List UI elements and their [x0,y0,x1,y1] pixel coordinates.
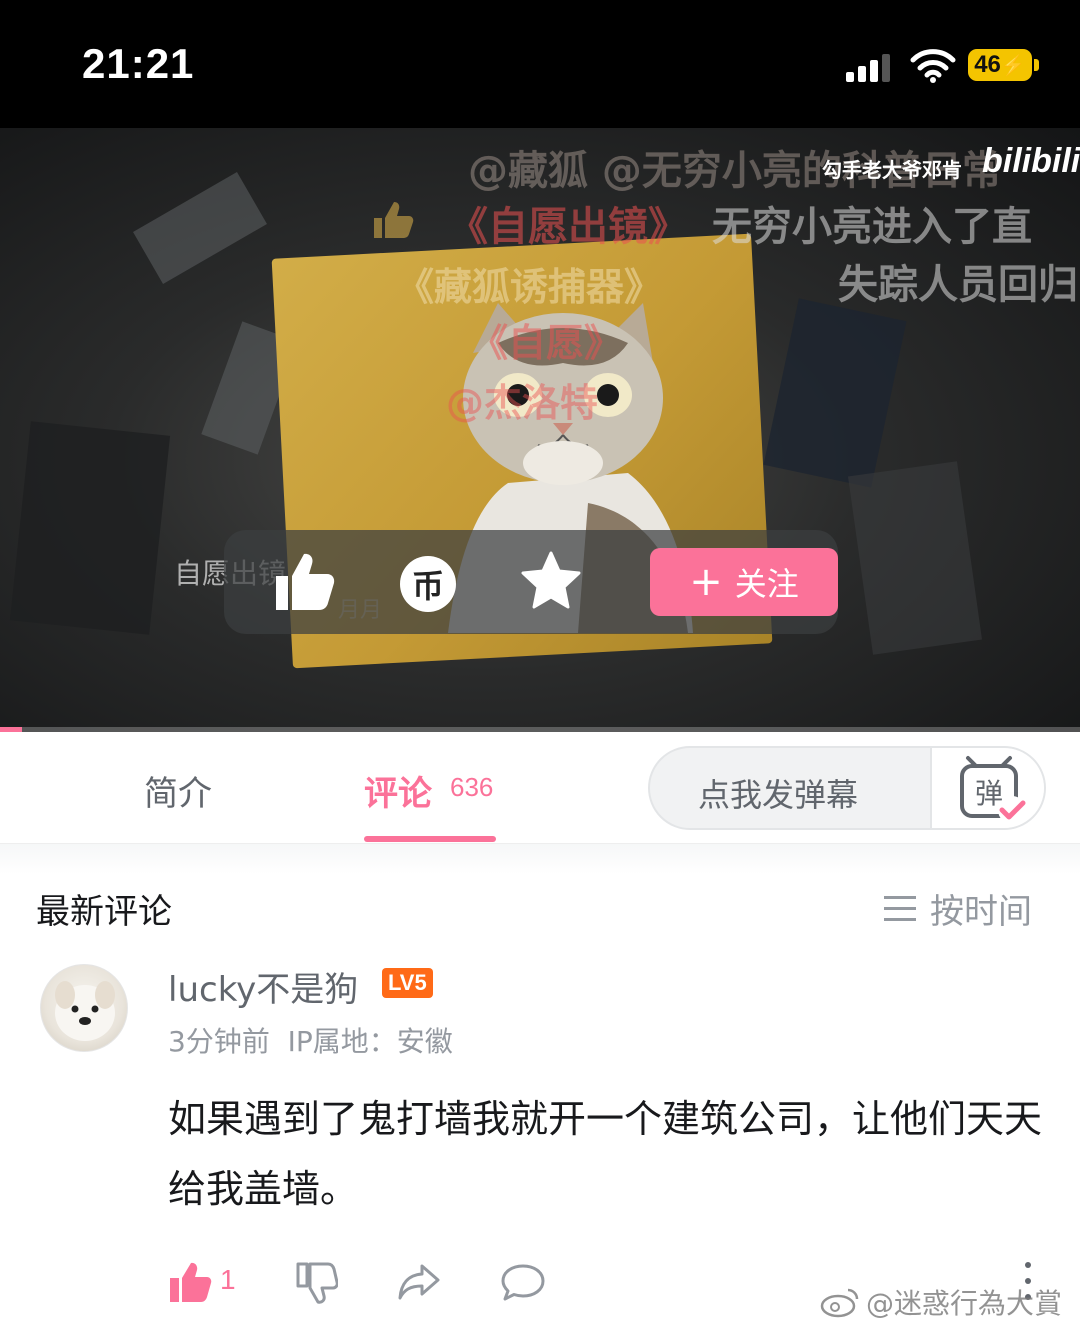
weibo-icon [820,1288,859,1318]
video-shard [848,461,982,655]
comment-meta: 3分钟前 IP属地：安徽 [168,1020,453,1060]
comments-section-title: 最新评论 [36,892,172,932]
favorite-button[interactable] [520,550,582,612]
danmaku-toggle-glyph: 弹 [975,777,1003,810]
follow-button[interactable]: + 关注 [650,548,838,616]
level-badge: LV5 [382,968,433,998]
avatar[interactable] [40,964,128,1052]
danmaku-placeholder: 点我发弹幕 [698,776,859,814]
danmaku-text: 失踪人员回归 [838,262,1078,308]
comment-share-icon[interactable] [396,1260,442,1304]
wifi-icon [910,49,956,83]
uploader-watermark: 勾手老大爷邓肯 [822,158,962,182]
danmaku-text: @杰洛特 [446,381,599,425]
video-player[interactable]: @藏狐 @无穷小亮的科普日常 《自愿出镜》 无穷小亮进入了直 《藏狐诱捕器》 失… [0,128,1080,732]
comment-time: 3分钟前 [168,1025,270,1058]
coin-icon: 币 [411,567,444,605]
danmaku-input[interactable]: 点我发弹幕 弹 [648,746,1046,830]
battery-nub [1034,59,1039,71]
weibo-watermark-text: @迷惑行為大賞 [866,1287,1063,1320]
cellular-signal-icon [846,52,890,82]
battery-level: 46 [974,51,1001,78]
like-button[interactable] [272,550,336,614]
sort-label: 按时间 [930,892,1032,932]
battery-icon: 46 ⚡ [968,49,1032,81]
follow-label: 关注 [734,565,799,603]
video-shard [9,421,171,635]
status-bar: 21:21 46 ⚡ [0,0,1080,128]
comments-header: 最新评论 按时间 [0,844,1080,944]
comment-like-icon[interactable] [168,1260,212,1304]
tab-active-indicator [364,836,496,842]
comment-ip: IP属地：安徽 [287,1025,453,1058]
comments-count[interactable]: 636 [450,772,493,803]
danmaku-toggle-button[interactable]: 弹 [930,748,1044,828]
comment-item: lucky不是狗 LV5 3分钟前 IP属地：安徽 如果遇到了鬼打墙我就开一个建… [0,944,1080,1329]
plus-icon: + [689,559,723,605]
sort-button[interactable]: 按时间 [884,884,1032,933]
danmaku-text: 无穷小亮进入了直 [712,204,1032,250]
video-shard [763,298,907,488]
tab-bar: 简介 评论 636 点我发弹幕 弹 [0,732,1080,844]
danmaku-toggle-icon: 弹 [960,756,1026,824]
video-shard [133,172,267,284]
comment-reply-icon[interactable] [500,1260,546,1304]
danmaku-text: 《自愿》 [470,321,623,365]
sort-icon [884,895,916,922]
comment-like-count: 1 [220,1264,236,1295]
weibo-watermark: @迷惑行為大賞 [820,1282,1062,1322]
bilibili-logo: bilibili [982,142,1080,180]
tab-comments[interactable]: 评论 [364,766,432,815]
comment-text: 如果遇到了鬼打墙我就开一个建筑公司，让他们天天给我盖墙。 [168,1097,1043,1211]
comment-username[interactable]: lucky不是狗 [168,962,358,1011]
status-time: 21:21 [82,40,195,87]
danmaku-like-icon [374,202,414,238]
danmaku-text: 《自愿出镜》 [448,204,688,250]
tab-intro[interactable]: 简介 [144,766,212,815]
coin-button[interactable]: 币 [400,556,456,612]
comment-dislike-icon[interactable] [294,1260,338,1304]
danmaku-text: 《藏狐诱捕器》 [396,265,663,309]
